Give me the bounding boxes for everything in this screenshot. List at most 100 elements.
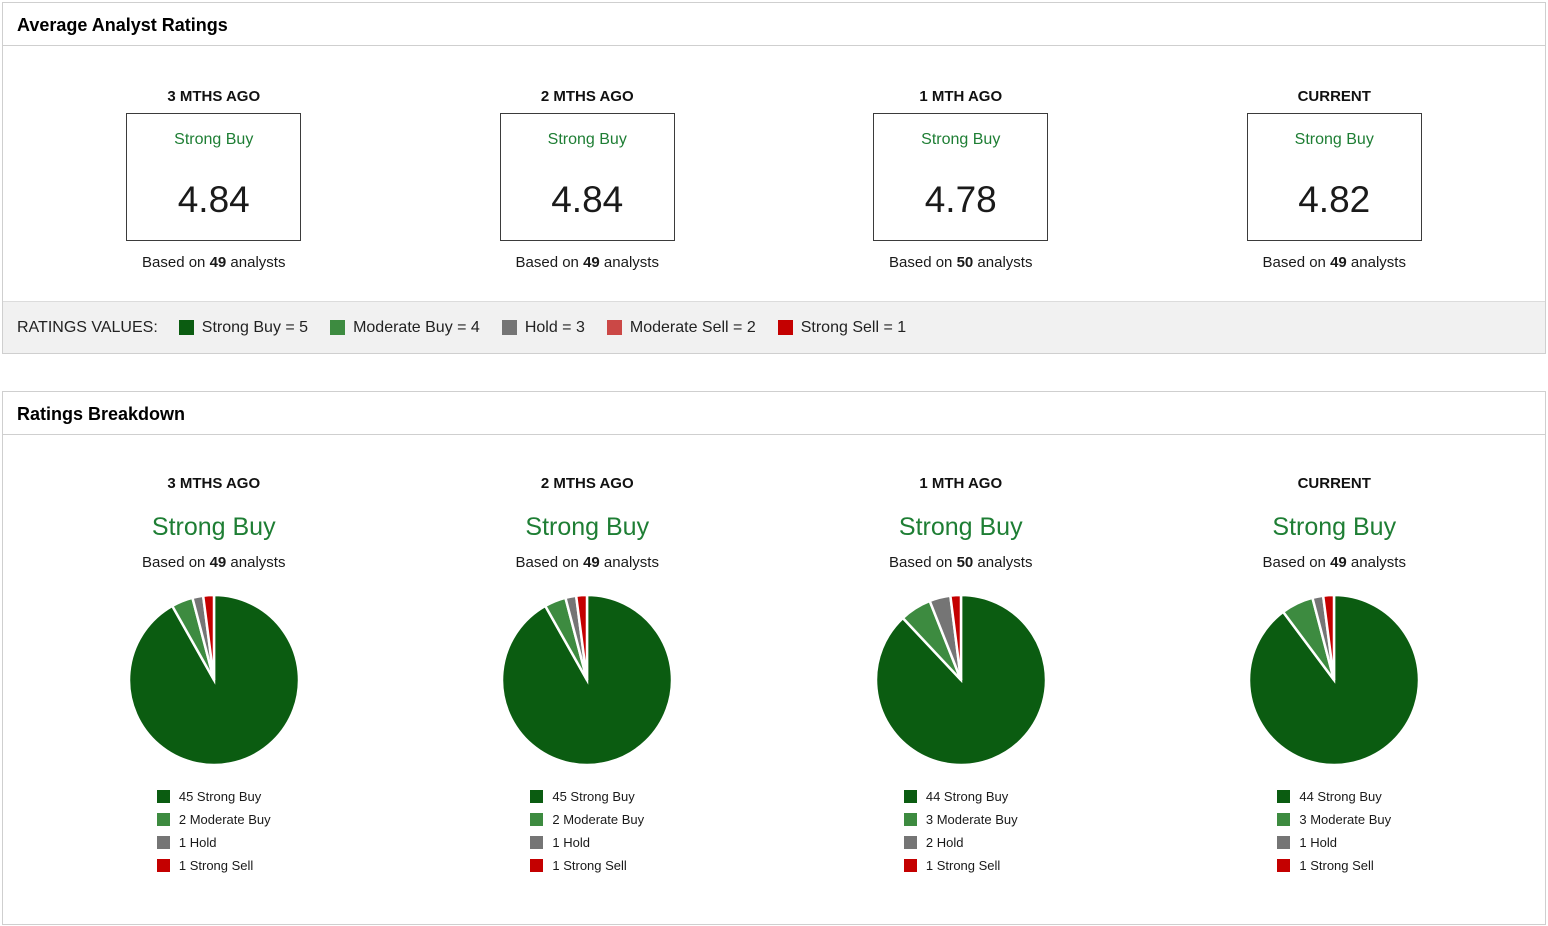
legend-color-swatch [156, 790, 170, 803]
pie-chart-container [27, 593, 401, 767]
legend-item: Moderate Sell = 2 [606, 317, 756, 338]
ratings-values-legend: Strong Buy = 5 Moderate Buy = 4 Hold = 3… [178, 317, 906, 338]
legend-item: Hold = 3 [501, 317, 585, 338]
pie-chart-container [774, 593, 1148, 767]
period-label: CURRENT [1297, 475, 1371, 492]
analyst-count: 49 [1330, 554, 1347, 571]
rating-label: Strong Buy [921, 131, 1001, 148]
legend-label: 1 Strong Sell [552, 858, 627, 873]
breakdown-column: CURRENT Strong Buy Based on 49 analysts … [1148, 475, 1522, 877]
legend-item: 2 Hold [903, 831, 1018, 854]
rating-label: Strong Buy [151, 513, 276, 541]
based-on-text: Based on 49 analysts [1148, 254, 1522, 272]
average-analyst-ratings-panel: Average Analyst Ratings 3 MTHS AGO Stron… [2, 2, 1546, 354]
analyst-count: 49 [1330, 254, 1347, 271]
period-label: 2 MTHS AGO [540, 475, 634, 492]
rating-label: Strong Buy [525, 513, 650, 541]
legend-color-swatch [777, 320, 793, 335]
rating-label: Strong Buy [1272, 513, 1397, 541]
legend-label: 1 Hold [1299, 835, 1337, 850]
legend-color-swatch [530, 836, 544, 849]
pie-chart [501, 593, 674, 767]
legend-color-swatch [1277, 836, 1291, 849]
legend-color-swatch [330, 320, 346, 335]
legend-item: Strong Buy = 5 [178, 317, 308, 338]
legend-label: Hold = 3 [524, 319, 585, 336]
breakdown-column: 1 MTH AGO Strong Buy Based on 50 analyst… [774, 475, 1148, 877]
period-label: 3 MTHS AGO [167, 475, 261, 492]
ratings-values-bar: RATINGS VALUES: Strong Buy = 5 Moderate … [3, 301, 1545, 353]
breakdown-column: 2 MTHS AGO Strong Buy Based on 49 analys… [401, 475, 775, 877]
legend-label: 44 Strong Buy [925, 789, 1009, 804]
based-on-prefix: Based on [515, 254, 584, 271]
based-on-text: Based on 50 analysts [774, 554, 1148, 572]
analyst-count: 49 [583, 254, 600, 271]
pie-chart [874, 593, 1047, 767]
analyst-count: 49 [583, 554, 600, 571]
legend-color-swatch [178, 320, 194, 335]
panel-title: Average Analyst Ratings [3, 3, 1545, 46]
legend-color-swatch [903, 836, 917, 849]
based-on-suffix: analysts [973, 554, 1033, 571]
pie-legend: 45 Strong Buy 2 Moderate Buy 1 Hold 1 St… [530, 785, 644, 877]
based-on-suffix: analysts [1346, 554, 1406, 571]
legend-item: Moderate Buy = 4 [330, 317, 480, 338]
based-on-suffix: analysts [599, 254, 659, 271]
pie-chart-container [1148, 593, 1522, 767]
legend-label: 1 Strong Sell [925, 858, 1001, 873]
rating-box: Strong Buy 4.84 [499, 113, 675, 241]
legend-label: 45 Strong Buy [552, 789, 635, 804]
legend-label: 1 Strong Sell [1299, 858, 1374, 873]
pie-legend: 44 Strong Buy 3 Moderate Buy 2 Hold 1 St… [903, 785, 1018, 877]
legend-label: 2 Moderate Buy [552, 812, 645, 827]
legend-color-swatch [530, 813, 544, 826]
legend-color-swatch [1277, 813, 1291, 826]
rating-value: 4.78 [924, 178, 997, 220]
legend-item: 1 Hold [1277, 831, 1391, 854]
legend-label: 1 Hold [178, 835, 217, 850]
analyst-count: 49 [209, 554, 227, 571]
rating-column: 2 MTHS AGO Strong Buy 4.84 Based on 49 a… [401, 88, 775, 272]
pie-legend-wrapper: 45 Strong Buy 2 Moderate Buy 1 Hold 1 St… [401, 767, 775, 877]
legend-color-swatch [903, 813, 917, 826]
based-on-text: Based on 49 analysts [401, 554, 775, 572]
based-on-text: Based on 49 analysts [401, 254, 775, 272]
period-label: CURRENT [1297, 88, 1371, 105]
rating-column: 3 MTHS AGO Strong Buy 4.84 Based on 49 a… [27, 88, 401, 272]
based-on-prefix: Based on [515, 554, 584, 571]
rating-value: 4.82 [1298, 178, 1371, 220]
legend-item: 2 Moderate Buy [530, 808, 644, 831]
legend-item: 1 Hold [156, 831, 271, 854]
based-on-text: Based on 49 analysts [27, 254, 401, 272]
analyst-count: 49 [209, 254, 227, 271]
ratings-values-label: RATINGS VALUES: [17, 319, 158, 336]
legend-color-swatch [156, 813, 170, 826]
pie-chart [1248, 593, 1421, 767]
based-on-suffix: analysts [226, 554, 286, 571]
legend-label: Moderate Sell = 2 [629, 319, 756, 336]
period-label: 2 MTHS AGO [540, 88, 634, 105]
legend-item: 45 Strong Buy [530, 785, 644, 808]
legend-item: 44 Strong Buy [903, 785, 1018, 808]
legend-color-swatch [1277, 859, 1291, 872]
rating-box: Strong Buy 4.78 [873, 113, 1049, 241]
rating-box: Strong Buy 4.84 [126, 113, 302, 241]
legend-label: 1 Strong Sell [178, 858, 254, 873]
period-label: 1 MTH AGO [919, 88, 1003, 105]
based-on-suffix: analysts [599, 554, 659, 571]
legend-label: 45 Strong Buy [178, 789, 262, 804]
legend-item: Strong Sell = 1 [777, 317, 906, 338]
legend-label: 1 Hold [552, 835, 590, 850]
legend-item: 1 Strong Sell [156, 854, 271, 877]
rating-label: Strong Buy [898, 513, 1023, 541]
legend-item: 1 Strong Sell [530, 854, 644, 877]
pie-legend-wrapper: 44 Strong Buy 3 Moderate Buy 1 Hold 1 St… [1148, 767, 1522, 877]
period-label: 3 MTHS AGO [167, 88, 261, 105]
based-on-suffix: analysts [226, 254, 286, 271]
legend-item: 45 Strong Buy [156, 785, 271, 808]
based-on-text: Based on 49 analysts [1148, 554, 1522, 572]
rating-box: Strong Buy 4.82 [1246, 113, 1422, 241]
legend-color-swatch [606, 320, 622, 335]
pie-legend: 45 Strong Buy 2 Moderate Buy 1 Hold 1 St… [156, 785, 271, 877]
rating-label: Strong Buy [547, 131, 627, 148]
